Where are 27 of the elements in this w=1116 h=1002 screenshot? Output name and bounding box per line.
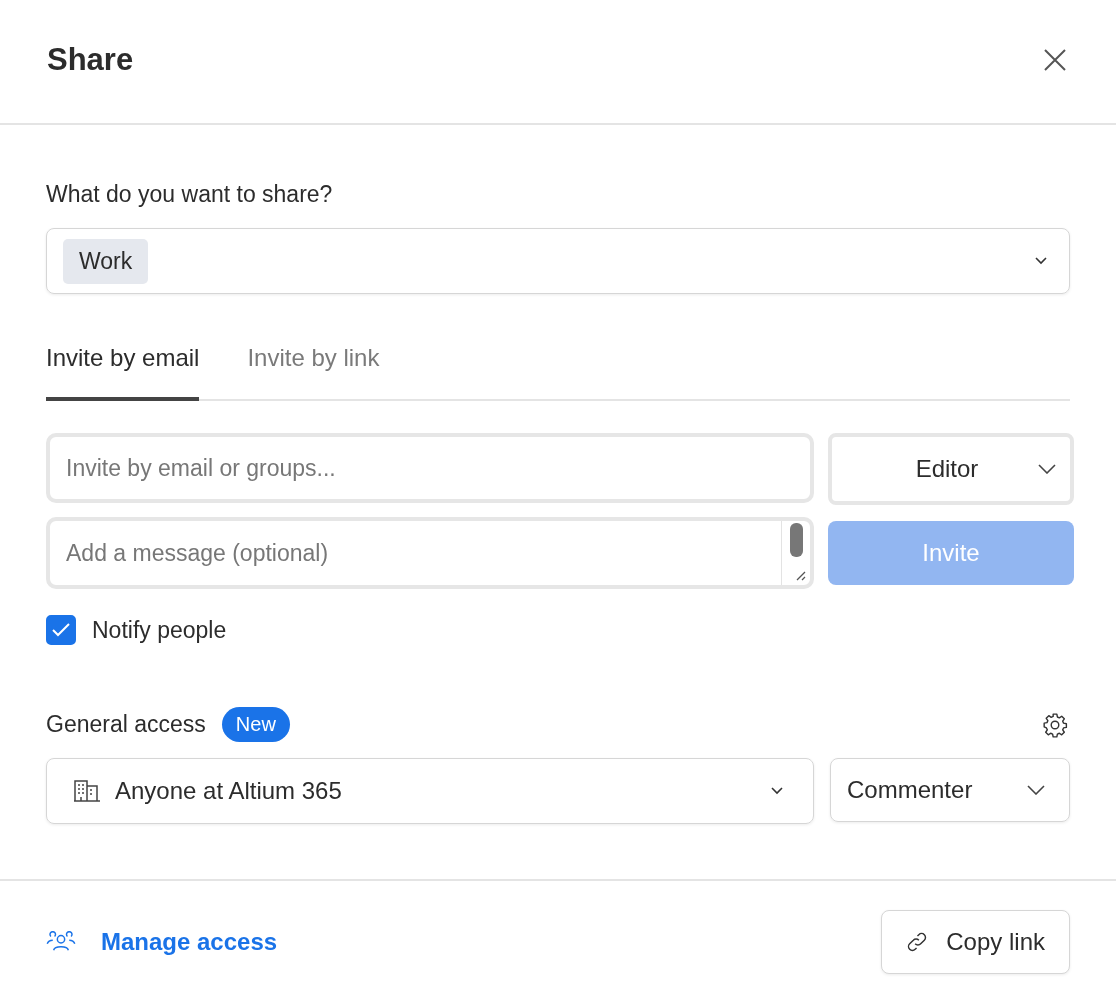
link-icon [906, 930, 929, 953]
checkmark-icon [51, 622, 71, 638]
people-icon [45, 930, 77, 953]
message-field[interactable]: Add a message (optional) [46, 517, 814, 589]
general-access-label: General access [46, 711, 206, 738]
role-dropdown[interactable]: Editor [828, 433, 1074, 505]
work-chip: Work [63, 238, 149, 284]
access-role-dropdown[interactable]: Commenter [830, 758, 1070, 822]
chevron-icon [1035, 257, 1047, 265]
building-icon [73, 779, 101, 803]
chevron-icon [1038, 464, 1056, 474]
notify-checkbox[interactable] [46, 615, 76, 645]
share-select[interactable]: Work [46, 228, 1070, 294]
chevron-icon [771, 787, 783, 795]
new-badge: New [221, 707, 290, 742]
copy-link-button[interactable]: Copy link [881, 909, 1070, 974]
chevron-icon [1027, 785, 1045, 795]
tab[interactable]: Invite by link [247, 344, 380, 401]
settings-icon[interactable] [1042, 711, 1068, 738]
share-question: What do you want to share? [46, 181, 334, 208]
close-icon[interactable] [1044, 48, 1066, 71]
notify-label: Notify people [92, 616, 227, 644]
access-scope-dropdown[interactable]: Anyone at Altium 365 [46, 758, 814, 824]
tab[interactable]: Invite by email [46, 344, 200, 401]
dialog-title: Share [47, 41, 134, 78]
manage-access-link[interactable]: Manage access [101, 927, 278, 956]
email-field[interactable]: Invite by email or groups... [46, 433, 814, 503]
